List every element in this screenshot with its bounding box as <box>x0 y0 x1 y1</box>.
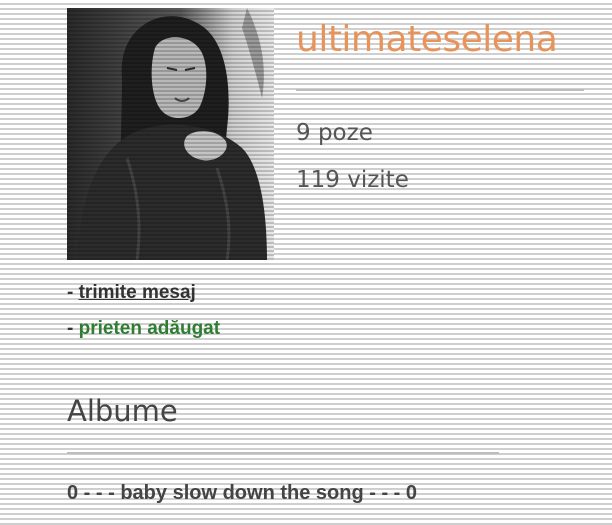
friend-status-row: - prieten adăugat <box>67 317 220 341</box>
send-message-link[interactable]: trimite mesaj <box>79 282 196 303</box>
albums-heading: Albume <box>67 394 178 428</box>
album-item[interactable]: 0 - - - baby slow down the song - - - 0 <box>67 480 417 506</box>
send-message-prefix: - <box>67 282 79 303</box>
albums-divider <box>67 452 499 454</box>
send-message-row: - trimite mesaj <box>67 281 196 305</box>
profile-username: ultimateselena <box>296 19 558 60</box>
friend-added-status: prieten adăugat <box>78 318 221 339</box>
photos-count: 9 poze <box>296 120 373 146</box>
visits-count: 119 vizite <box>296 167 409 193</box>
header-divider <box>296 89 584 91</box>
friend-status-prefix: - <box>67 318 79 339</box>
profile-photo[interactable] <box>67 8 274 260</box>
profile-photo-image <box>67 8 274 260</box>
